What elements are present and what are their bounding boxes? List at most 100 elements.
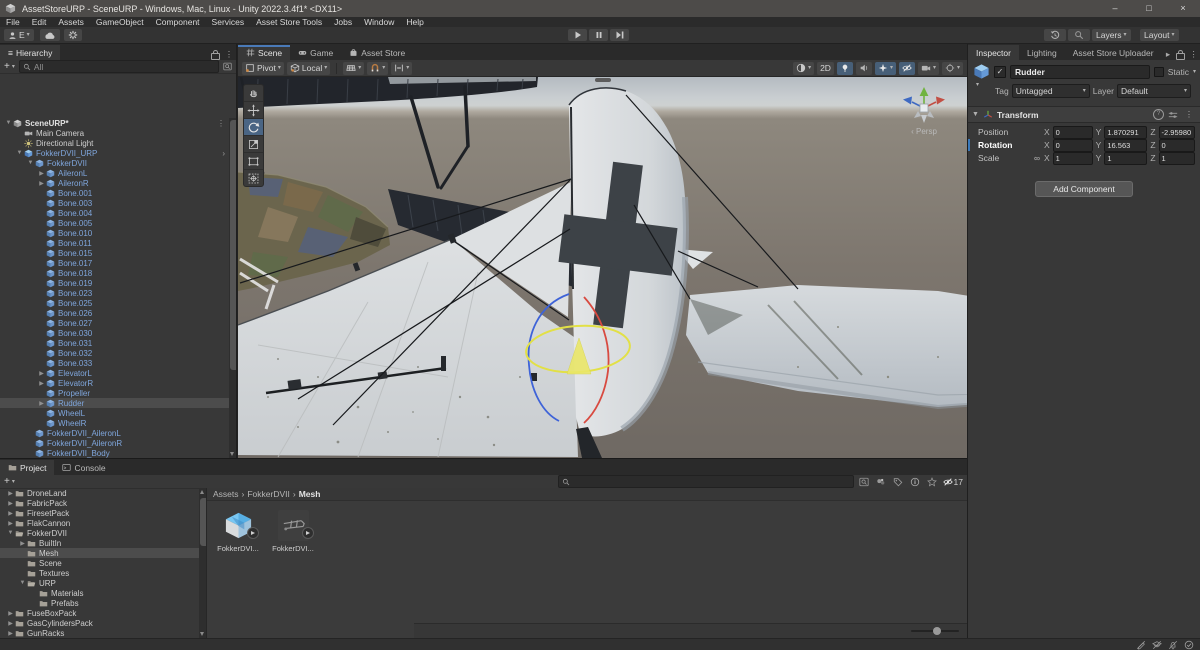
scene-visibility-toggle[interactable]	[899, 62, 915, 75]
code-compile-ok-icon[interactable]	[1184, 640, 1194, 650]
hierarchy-item[interactable]: ▼ FokkerDVII_URP ›	[0, 148, 229, 158]
scene-tool-button[interactable]	[244, 102, 263, 119]
scene-effects-toggle[interactable]: ▾	[875, 62, 896, 75]
kebab-menu-icon[interactable]: ⋮	[1187, 49, 1200, 60]
hierarchy-item[interactable]: Main Camera	[0, 128, 229, 138]
project-search-input[interactable]	[558, 475, 854, 488]
axis-gizmo-icon[interactable]	[897, 83, 951, 129]
hierarchy-item[interactable]: Bone.032	[0, 348, 229, 358]
shading-mode-button[interactable]: ▾	[793, 62, 814, 75]
menu-item[interactable]: Edit	[26, 17, 53, 27]
scene-viewport[interactable]: ‹ Persp	[238, 77, 967, 458]
move-snap-button[interactable]: ▾	[391, 62, 412, 75]
hierarchy-scrollbar[interactable]	[229, 118, 236, 458]
transform-component-header[interactable]: ▼ Transform ? ⋮	[968, 106, 1200, 123]
services-gear-button[interactable]	[64, 29, 82, 41]
foldout-arrow-icon[interactable]: ▶	[37, 170, 46, 177]
foldout-arrow-icon[interactable]: ▶	[6, 620, 15, 627]
foldout-arrow-icon[interactable]: ▶	[6, 630, 15, 637]
account-button[interactable]: E ▾	[4, 29, 34, 41]
pivot-toggle-button[interactable]: Pivot ▾	[242, 62, 284, 75]
undo-history-button[interactable]	[1044, 29, 1066, 41]
asset-thumbnail[interactable]	[223, 510, 254, 541]
static-dropdown-icon[interactable]: ▾	[1193, 69, 1196, 75]
hierarchy-item[interactable]: WheelL	[0, 408, 229, 418]
menu-item[interactable]: Jobs	[328, 17, 358, 27]
scene-lighting-toggle[interactable]	[837, 62, 853, 75]
breadcrumb-folder[interactable]: FokkerDVII	[247, 489, 290, 499]
play-button[interactable]	[568, 29, 587, 41]
hierarchy-item[interactable]: ▼ FokkerDVII	[0, 158, 229, 168]
asset-expand-badge[interactable]	[302, 527, 314, 539]
inspector-tab[interactable]: Asset Store Uploader	[1065, 45, 1162, 60]
add-component-button[interactable]: Add Component	[1035, 181, 1133, 197]
folder-item[interactable]: ▶ GasCylindersPack	[0, 618, 199, 628]
foldout-arrow-icon[interactable]: ▼	[4, 120, 13, 126]
search-everywhere-button[interactable]	[1068, 29, 1090, 41]
foldout-arrow-icon[interactable]: ▶	[37, 370, 46, 377]
project-tab[interactable]: Console	[54, 460, 113, 475]
tag-dropdown[interactable]: Untagged ▾	[1012, 84, 1090, 98]
folder-item[interactable]: ▼ FokkerDVII	[0, 528, 199, 538]
folder-item[interactable]: Scene	[0, 558, 199, 568]
folder-item[interactable]: Textures	[0, 568, 199, 578]
folder-item[interactable]: Prefabs	[0, 598, 199, 608]
project-tree-scrollbar[interactable]	[199, 488, 206, 638]
hierarchy-item[interactable]: Bone.005	[0, 218, 229, 228]
scene-audio-toggle[interactable]	[856, 62, 872, 75]
hierarchy-item[interactable]: Bone.010	[0, 228, 229, 238]
hierarchy-item[interactable]: ▶ Rudder	[0, 398, 229, 408]
favorites-icon[interactable]	[926, 477, 939, 487]
folder-item[interactable]: Mesh	[0, 548, 199, 558]
hierarchy-item[interactable]: FokkerDVII_AileronL	[0, 428, 229, 438]
foldout-arrow-icon[interactable]: ▶	[6, 500, 15, 507]
hierarchy-item[interactable]: Bone.019	[0, 278, 229, 288]
foldout-arrow-icon[interactable]: ▶	[6, 490, 15, 497]
hierarchy-item[interactable]: WheelR	[0, 418, 229, 428]
scene-tool-button[interactable]	[244, 153, 263, 170]
folder-item[interactable]: ▶ DroneLand	[0, 488, 199, 498]
menu-item[interactable]: Assets	[52, 17, 90, 27]
tab-hierarchy[interactable]: ≡ Hierarchy	[0, 45, 60, 60]
active-checkbox[interactable]: ✓	[994, 66, 1006, 78]
presets-icon[interactable]	[1168, 110, 1178, 120]
hierarchy-item[interactable]: ▶ ElevatorL	[0, 368, 229, 378]
create-asset-button[interactable]: + ▾	[4, 476, 15, 487]
scene-view-tab[interactable]: Asset Store	[341, 45, 413, 60]
y-value-field[interactable]: 1	[1104, 152, 1147, 165]
snap-increment-button[interactable]: ▾	[367, 62, 388, 75]
handle-space-button[interactable]: Local ▾	[287, 62, 330, 75]
hierarchy-search-input[interactable]: All	[19, 60, 219, 73]
hierarchy-item[interactable]: Bone.031	[0, 338, 229, 348]
foldout-arrow-icon[interactable]: ▶	[6, 520, 15, 527]
cache-server-disconnected-icon[interactable]	[1152, 640, 1162, 650]
layer-dropdown[interactable]: Default ▾	[1117, 84, 1191, 98]
close-button[interactable]: ×	[1166, 0, 1200, 17]
layers-dropdown[interactable]: Layers ▾	[1092, 29, 1131, 41]
step-button[interactable]	[610, 29, 629, 41]
hierarchy-item[interactable]: ▶ ElevatorR	[0, 378, 229, 388]
projection-label[interactable]: ‹ Persp	[897, 127, 951, 136]
hierarchy-item[interactable]: FokkerDVII_Body	[0, 448, 229, 458]
hierarchy-item[interactable]: FokkerDVII_AileronR	[0, 438, 229, 448]
hierarchy-item[interactable]: Bone.004	[0, 208, 229, 218]
maximize-button[interactable]: □	[1132, 0, 1166, 17]
prefab-open-arrow[interactable]: ›	[222, 149, 225, 158]
kebab-menu-icon[interactable]: ⋮	[1182, 109, 1196, 120]
scene-viewport-3d[interactable]	[238, 77, 967, 458]
x-value-field[interactable]: 1	[1053, 152, 1093, 165]
menu-item[interactable]: File	[0, 17, 26, 27]
hierarchy-item[interactable]: Bone.011	[0, 238, 229, 248]
foldout-arrow-icon[interactable]: ▶	[37, 400, 46, 407]
camera-settings-button[interactable]: ▾	[918, 62, 939, 75]
folder-item[interactable]: Materials	[0, 588, 199, 598]
folder-item[interactable]: ▶ FiresetPack	[0, 508, 199, 518]
asset-item[interactable]: FokkerDVI...	[272, 510, 314, 553]
foldout-arrow-icon[interactable]: ▼	[972, 111, 979, 118]
hierarchy-item[interactable]: Bone.026	[0, 308, 229, 318]
icon-dropdown-caret[interactable]: ▾	[976, 82, 979, 88]
tab-overflow-icon[interactable]: ▸	[1162, 49, 1175, 60]
auto-generate-lighting-off-icon[interactable]	[1136, 640, 1146, 650]
cloud-button[interactable]	[40, 29, 60, 41]
lock-icon[interactable]	[208, 50, 222, 60]
